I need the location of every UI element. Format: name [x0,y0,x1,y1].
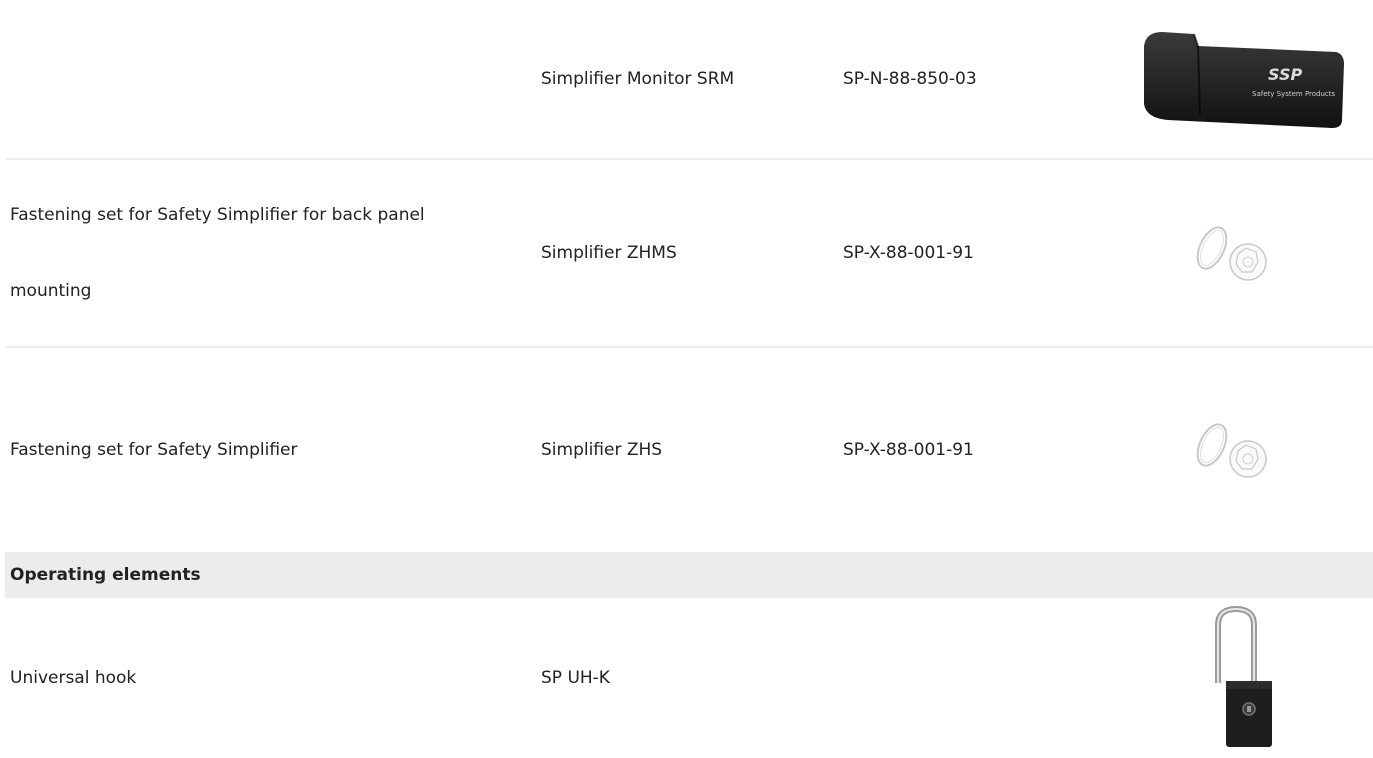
product-name-cell: Simplifier Monitor SRM [541,69,735,89]
usb-stick-image: SSP Safety System Products [1144,32,1344,128]
product-name-cell: Simplifier ZHMS [541,243,677,263]
article-number-cell: SP-X-88-001-91 [843,440,974,460]
universal-hook-image [1215,605,1272,747]
description-line: mounting [10,281,92,301]
article-number-cell: SP-N-88-850-03 [843,69,977,89]
table-row: Fastening set for Safety Simplifier for … [5,160,1373,348]
product-name-cell: SP UH-K [541,668,610,688]
fastening-set-image [1196,423,1267,478]
product-image-cell [1113,415,1373,485]
description-cell: Fastening set for Safety Simplifier for … [5,203,541,303]
ssp-logo-text: SSP [1268,65,1302,84]
table-row: Universal hook SP UH-K [5,598,1373,758]
product-name-cell: Simplifier ZHS [541,440,663,460]
product-image-cell: SSP Safety System Products [1113,24,1373,134]
fastening-set-image [1196,226,1267,281]
product-table: Simplifier Monitor SRM SP-N-88-850-03 SS… [5,0,1373,758]
description-cell: Universal hook [10,668,137,688]
section-title: Operating elements [10,565,201,585]
table-row: Simplifier Monitor SRM SP-N-88-850-03 SS… [5,0,1373,160]
product-image-cell [1113,218,1373,288]
description-line: Fastening set for Safety Simplifier for … [10,205,425,225]
description-cell: Fastening set for Safety Simplifier [10,440,298,460]
product-image-cell [1113,603,1373,753]
table-row: Fastening set for Safety Simplifier Simp… [5,348,1373,552]
section-header: Operating elements [5,552,1373,598]
article-number-cell: SP-X-88-001-91 [843,243,974,263]
ssp-logo-subtext: Safety System Products [1252,90,1336,98]
